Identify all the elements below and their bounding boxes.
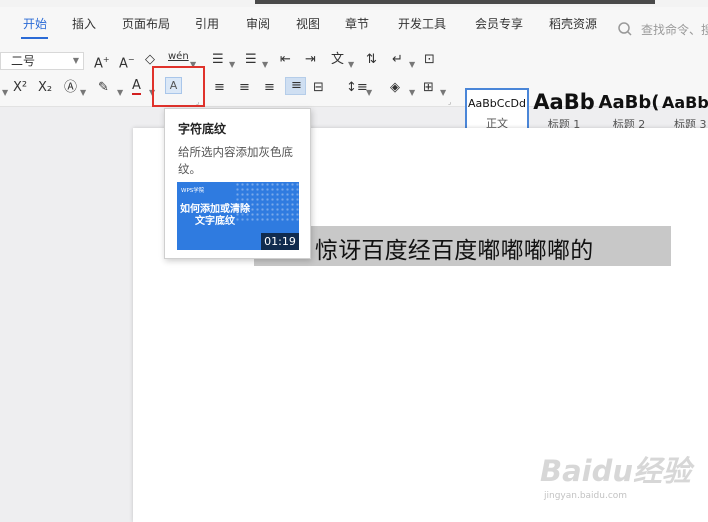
- chevron-down-icon[interactable]: ▼: [117, 85, 123, 101]
- chinese-layout-icon[interactable]: 文: [331, 52, 344, 68]
- tab-page-layout[interactable]: 页面布局: [122, 15, 170, 32]
- superscript-icon[interactable]: X²: [13, 80, 27, 96]
- chevron-down-icon: ▼: [72, 56, 79, 65]
- chevron-down-icon[interactable]: ▼: [229, 57, 235, 73]
- video-logo: WPS学院: [181, 188, 205, 194]
- tab-view[interactable]: 视图: [296, 15, 320, 32]
- shrink-font-icon[interactable]: A−: [119, 52, 135, 72]
- decrease-indent-icon[interactable]: ⇤: [280, 52, 291, 68]
- pinyin-guide-icon[interactable]: wén: [168, 49, 189, 65]
- selected-text: 惊讶百度经百度嘟嘟嘟嘟的: [315, 238, 594, 264]
- highlight-color-icon[interactable]: ✎: [98, 80, 109, 96]
- tab-member[interactable]: 会员专享: [475, 15, 523, 32]
- tooltip-character-shading: 字符底纹 给所选内容添加灰色底纹。 WPS学院 如何添加或清除文字底纹 01:1…: [164, 108, 311, 259]
- numbered-list-icon[interactable]: ☰: [245, 52, 257, 68]
- tooltip-title: 字符底纹: [178, 122, 227, 136]
- video-title: 如何添加或清除文字底纹: [180, 204, 250, 227]
- ribbon-toolbar: 二号 ▼ A+ A− ◇ wén ▼ ☰ ▼ ☰ ▼ ⇤ ⇥ 文 ▼ ⇅ ↵ ▼ …: [0, 39, 708, 136]
- increase-indent-icon[interactable]: ⇥: [305, 52, 316, 68]
- chevron-down-icon[interactable]: ▼: [366, 85, 372, 101]
- chevron-down-icon[interactable]: ▼: [348, 57, 354, 73]
- sort-icon[interactable]: ⇅: [366, 52, 377, 68]
- grow-font-icon[interactable]: A+: [94, 52, 110, 72]
- justify-icon: ≡: [291, 78, 302, 93]
- watermark: Baidu经验 jingyan.baidu.com: [540, 448, 708, 518]
- subscript-icon[interactable]: X₂: [38, 80, 52, 96]
- chevron-down-icon[interactable]: ▼: [409, 85, 415, 101]
- tab-references[interactable]: 引用: [195, 15, 219, 32]
- menu-bar: 开始 插入 页面布局 引用 审阅 视图 章节 开发工具 会员专享 稻壳资源 查找…: [0, 7, 708, 39]
- watermark-logo: Baidu经验: [540, 454, 692, 488]
- character-shading-button[interactable]: A: [165, 77, 182, 94]
- text-effect-icon[interactable]: Ⓐ: [64, 80, 77, 96]
- chevron-down-icon[interactable]: ▼: [262, 57, 268, 73]
- search-box[interactable]: 查找命令、搜: [617, 20, 708, 40]
- style-sample: AaBb: [662, 93, 708, 112]
- style-sample: AaBbCcDd: [468, 97, 526, 110]
- show-marks-icon[interactable]: ↵: [392, 52, 403, 68]
- chevron-down-icon[interactable]: ▼: [2, 85, 8, 101]
- watermark-url: jingyan.baidu.com: [544, 491, 628, 501]
- justify-button[interactable]: ≡: [285, 77, 306, 95]
- font-size-value: 二号: [11, 54, 36, 68]
- borders-icon[interactable]: ⊞: [423, 80, 434, 96]
- paragraph-dialog-launcher-icon[interactable]: ⌟: [448, 98, 451, 106]
- search-placeholder: 查找命令、搜: [641, 23, 708, 37]
- tab-insert[interactable]: 插入: [72, 15, 96, 32]
- chevron-down-icon[interactable]: ▼: [440, 85, 446, 101]
- tooltip-description: 给所选内容添加灰色底纹。: [178, 145, 293, 176]
- title-strip: [0, 0, 708, 7]
- paragraph-shading-icon[interactable]: ◈: [390, 80, 400, 96]
- line-spacing-icon[interactable]: ↕≡: [346, 80, 368, 96]
- tab-developer[interactable]: 开发工具: [398, 15, 446, 32]
- font-size-select[interactable]: 二号 ▼: [0, 52, 84, 70]
- tab-review[interactable]: 审阅: [246, 15, 270, 32]
- font-color-icon[interactable]: A: [132, 79, 141, 95]
- search-icon: [618, 22, 632, 36]
- distributed-align-icon[interactable]: ⊟: [313, 80, 324, 96]
- style-sample: AaBb: [533, 90, 595, 114]
- align-right-icon[interactable]: ≡: [264, 80, 275, 96]
- selected-text-shading[interactable]: 惊讶百度经百度嘟嘟嘟嘟的: [254, 226, 671, 266]
- video-thumbnail[interactable]: WPS学院 如何添加或清除文字底纹 01:19: [177, 182, 299, 250]
- bullet-list-icon[interactable]: ☰: [212, 52, 224, 68]
- align-center-icon[interactable]: ≡: [239, 80, 250, 96]
- title-strip-dark: [255, 0, 655, 4]
- video-duration: 01:19: [261, 233, 299, 250]
- align-left-icon[interactable]: ≡: [214, 80, 225, 96]
- tab-chapter[interactable]: 章节: [345, 15, 369, 32]
- tab-docer-resources[interactable]: 稻壳资源: [549, 15, 597, 32]
- tab-stops-icon[interactable]: ⊡: [424, 52, 435, 68]
- chevron-down-icon[interactable]: ▼: [80, 85, 86, 101]
- style-sample: AaBb(: [598, 92, 660, 113]
- chevron-down-icon[interactable]: ▼: [409, 57, 415, 73]
- tab-home[interactable]: 开始: [23, 15, 47, 32]
